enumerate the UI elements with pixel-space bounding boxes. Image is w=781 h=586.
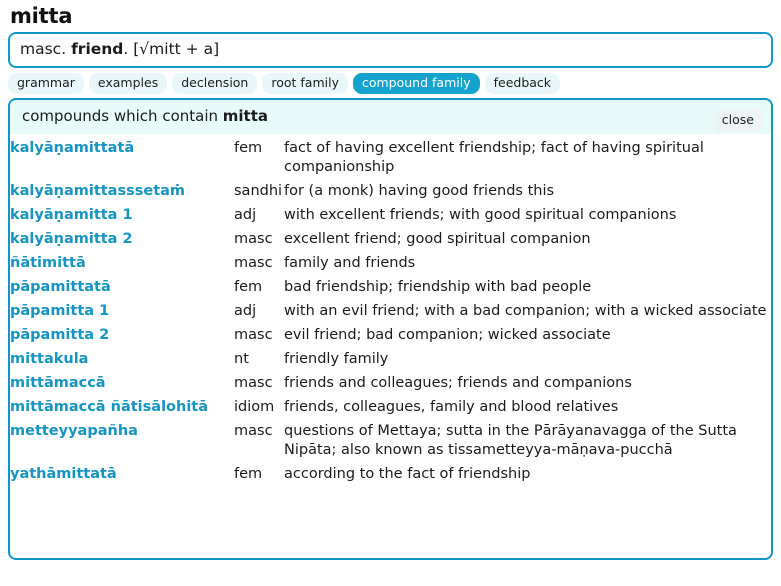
- compound-pos: fem: [234, 140, 263, 156]
- table-row: pāpamitta 2 masc evil friend; bad companio…: [10, 324, 771, 348]
- compound-meaning: family and friends: [284, 255, 416, 271]
- tab-grammar[interactable]: grammar: [8, 73, 84, 94]
- compound-word-link[interactable]: pāpamittatā: [10, 276, 234, 300]
- panel-header-word: mitta: [222, 107, 268, 125]
- table-row: mittāmaccā masc friends and colleagues; fr…: [10, 372, 771, 396]
- panel-header: compounds which contain mitta close: [10, 100, 771, 134]
- compound-word-link[interactable]: kalyāṇamittasssetaṁ: [10, 180, 234, 204]
- tab-feedback[interactable]: feedback: [484, 73, 561, 94]
- compounds-table-body: kalyāṇamittatā fem fact of having excellen…: [10, 137, 771, 487]
- table-row: mittāmaccā ñātisālohitā idiom friends, col…: [10, 396, 771, 420]
- compound-meaning: according to the fact of friendship: [284, 466, 531, 482]
- compound-meaning: for (a monk) having good friends this: [284, 183, 555, 199]
- compound-word-link[interactable]: pāpamitta 1: [10, 300, 234, 324]
- tab-declension[interactable]: declension: [172, 73, 258, 94]
- compound-word-link[interactable]: ñātimittā: [10, 252, 234, 276]
- compound-word-link[interactable]: kalyāṇamitta 1: [10, 204, 234, 228]
- compound-meaning: bad friendship; friendship with bad peop…: [284, 279, 592, 295]
- compound-word-link[interactable]: kalyāṇamittatā: [10, 137, 234, 180]
- panel-header-prefix: compounds which contain: [22, 107, 223, 125]
- compound-pos: nt: [234, 351, 249, 367]
- compound-pos: masc: [234, 255, 273, 271]
- compound-pos: adj: [234, 303, 257, 319]
- definition-construction: . [√mitt + a]: [123, 40, 220, 58]
- compound-meaning: friends and colleagues; friends and comp…: [284, 375, 632, 391]
- definition-meaning: friend: [71, 40, 124, 58]
- close-button[interactable]: close: [712, 109, 763, 132]
- tab-compound-family[interactable]: compound family: [352, 73, 480, 94]
- definition-box: masc. friend. [√mitt + a]: [8, 32, 773, 68]
- compound-meaning: friends, colleagues, family and blood re…: [284, 399, 619, 415]
- compound-word-link[interactable]: pāpamitta 2: [10, 324, 234, 348]
- table-row: metteyyapañha masc questions of Mettaya; s…: [10, 420, 771, 463]
- compound-pos: masc: [234, 423, 273, 439]
- table-row: mittakula nt friendly family: [10, 348, 771, 372]
- compound-pos: sandhi: [234, 183, 283, 199]
- compound-word-link[interactable]: mittāmaccā ñātisālohitā: [10, 396, 234, 420]
- table-row: yathāmittatā fem according to the fact of …: [10, 463, 771, 487]
- compound-meaning: friendly family: [284, 351, 389, 367]
- page-title: mitta: [10, 4, 73, 28]
- table-row: pāpamitta 1 adj with an evil friend; with …: [10, 300, 771, 324]
- table-row: kalyāṇamitta 2 masc excellent friend; good…: [10, 228, 771, 252]
- table-row: kalyāṇamitta 1 adj with excellent friends;…: [10, 204, 771, 228]
- compound-meaning: with excellent friends; with good spirit…: [284, 207, 677, 223]
- compound-word-link[interactable]: mittakula: [10, 348, 234, 372]
- compound-pos: fem: [234, 466, 263, 482]
- table-row: kalyāṇamittatā fem fact of having excellen…: [10, 137, 771, 180]
- compound-meaning: excellent friend; good spiritual compani…: [284, 231, 591, 247]
- compound-word-link[interactable]: metteyyapañha: [10, 420, 234, 463]
- table-row: kalyāṇamittasssetaṁ sandhi for (a monk) ha…: [10, 180, 771, 204]
- table-row: pāpamittatā fem bad friendship; friendship…: [10, 276, 771, 300]
- tab-strip: grammar examples declension root family …: [8, 73, 773, 94]
- definition-grammar: masc.: [20, 40, 67, 58]
- tab-root-family[interactable]: root family: [262, 73, 348, 94]
- compound-pos: idiom: [234, 399, 275, 415]
- compound-pos: adj: [234, 207, 257, 223]
- compound-word-link[interactable]: mittāmaccā: [10, 372, 234, 396]
- compound-pos: masc: [234, 375, 273, 391]
- compound-meaning: questions of Mettaya; sutta in the Pārāy…: [284, 423, 737, 458]
- compounds-table: kalyāṇamittatā fem fact of having excellen…: [10, 137, 771, 487]
- compound-word-link[interactable]: kalyāṇamitta 2: [10, 228, 234, 252]
- compound-meaning: with an evil friend; with a bad companio…: [284, 303, 767, 319]
- dictionary-page: mitta masc. friend. [√mitt + a] grammar …: [0, 4, 781, 586]
- compound-meaning: evil friend; bad companion; wicked assoc…: [284, 327, 611, 343]
- table-row: ñātimittā masc family and friends: [10, 252, 771, 276]
- compound-meaning: fact of having excellent friendship; fac…: [284, 140, 704, 175]
- compound-family-panel: compounds which contain mitta close kaly…: [8, 98, 773, 560]
- tab-examples[interactable]: examples: [88, 73, 168, 94]
- compound-word-link[interactable]: yathāmittatā: [10, 463, 234, 487]
- compound-pos: masc: [234, 231, 273, 247]
- compound-pos: fem: [234, 279, 263, 295]
- compound-pos: masc: [234, 327, 273, 343]
